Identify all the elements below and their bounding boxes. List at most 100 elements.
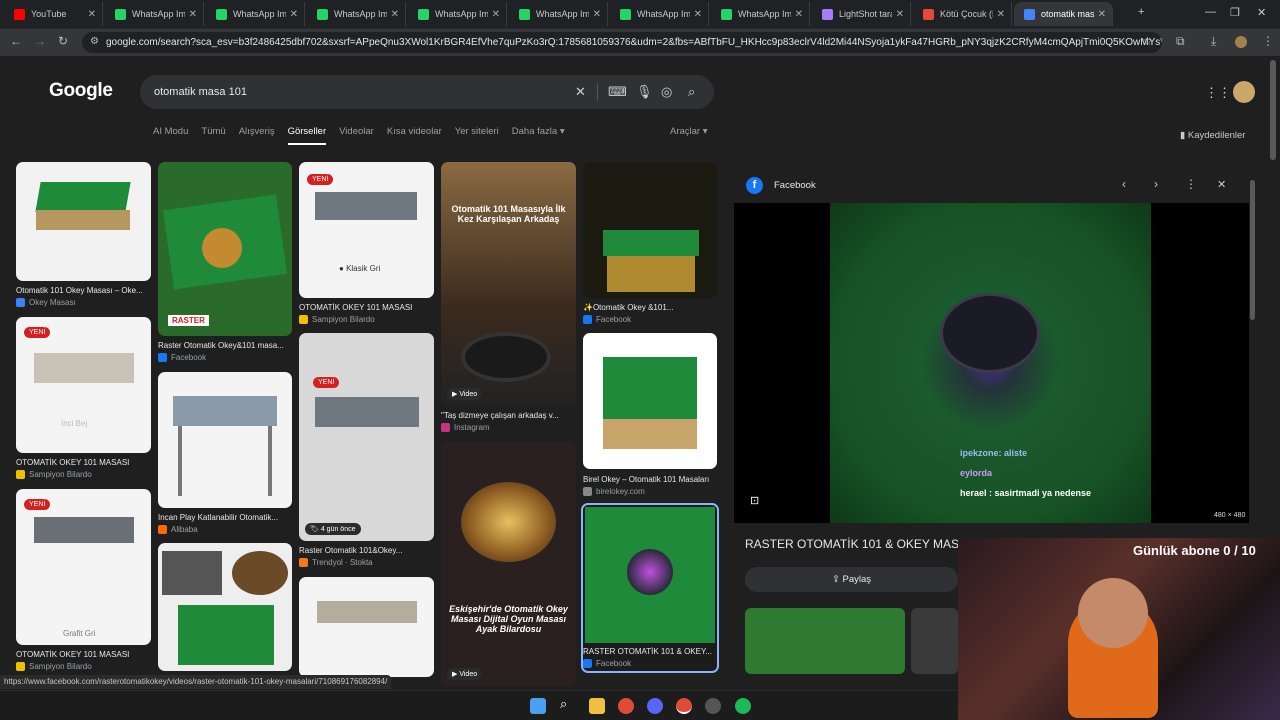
panel-scrollbar[interactable]	[1250, 180, 1255, 320]
tab-close-icon[interactable]: ✕	[593, 9, 601, 20]
browser-tab[interactable]: YouTube ✕	[4, 2, 103, 26]
browser-tab[interactable]: WhatsApp Ima ✕	[711, 2, 810, 26]
result-caption-10[interactable]: Birel Okey – Otomatik 101 Masaları	[583, 475, 717, 484]
browser-tab[interactable]: WhatsApp Ima ✕	[206, 2, 305, 26]
page-scrollbar[interactable]	[1270, 60, 1276, 160]
filter-images[interactable]: Görseller	[287, 126, 327, 145]
browser-tab[interactable]: WhatsApp Ima ✕	[408, 2, 507, 26]
tab-close-icon[interactable]: ✕	[795, 9, 803, 20]
account-avatar[interactable]	[1233, 81, 1255, 103]
result-caption-8[interactable]: "Taş dizmeye çalışan arkadaş v...	[441, 411, 576, 420]
profile-avatar[interactable]	[1235, 36, 1247, 48]
lens-overlay-icon[interactable]: ⊡	[750, 494, 759, 507]
result-image-7[interactable]: YENİ ● Klasik Gri	[299, 162, 434, 298]
result-image-4[interactable]: RASTER	[158, 162, 292, 336]
saved-button[interactable]: ▮ Kaydedilenler	[1180, 130, 1245, 141]
result-image-8[interactable]: YENİ 🏷 4 gün önce	[299, 333, 434, 541]
result-image-6[interactable]	[158, 543, 292, 671]
filter-all[interactable]: Tümü	[201, 126, 225, 145]
filter-shopping[interactable]: Alışveriş	[239, 126, 275, 145]
result-source-5[interactable]: Alibaba	[158, 525, 198, 534]
browser-tab[interactable]: WhatsApp Ima ✕	[610, 2, 709, 26]
tab-close-icon[interactable]: ✕	[88, 9, 96, 20]
result-source-6[interactable]: Sampiyon Bilardo	[299, 315, 375, 324]
preview-video-frame[interactable]: ipekzone: aliste eylorda herael : sasirt…	[830, 203, 1151, 523]
site-info-icon[interactable]: ⚙	[90, 36, 99, 47]
next-icon[interactable]: ›	[1154, 177, 1158, 191]
result-image-2[interactable]: YENİ İnci Bej	[16, 317, 151, 453]
result-source-2[interactable]: Sampiyon Bilardo	[16, 470, 92, 479]
restore-button[interactable]: ❐	[1230, 6, 1240, 19]
result-caption-2[interactable]: OTOMATİK OKEY 101 MASASI	[16, 458, 151, 467]
forward-icon[interactable]: →	[34, 34, 46, 48]
reload-icon[interactable]: ↻	[58, 34, 68, 48]
filter-videos[interactable]: Videolar	[339, 126, 374, 145]
obs-icon[interactable]	[705, 698, 721, 714]
google-logo[interactable]: Google	[49, 80, 113, 102]
result-image-13[interactable]	[583, 333, 717, 469]
result-source-3[interactable]: Sampiyon Bilardo	[16, 662, 92, 671]
new-tab-button[interactable]: +	[1138, 6, 1144, 18]
tab-close-icon[interactable]: ✕	[189, 9, 197, 20]
back-icon[interactable]: ←	[10, 34, 22, 48]
clear-icon[interactable]: ✕	[575, 84, 586, 100]
close-preview-icon[interactable]: ✕	[1217, 178, 1226, 191]
result-caption-5[interactable]: Incan Play Katlanabilir Otomatik...	[158, 513, 292, 522]
extensions-icon[interactable]: ⧉	[1176, 34, 1185, 49]
chrome-icon[interactable]	[618, 698, 634, 714]
mic-icon[interactable]: 🎙	[636, 84, 653, 100]
filter-ai-mode[interactable]: AI Modu	[153, 126, 188, 145]
preview-site[interactable]: Facebook	[774, 180, 816, 191]
browser-tab[interactable]: otomatik masa ✕	[1014, 2, 1113, 26]
tab-close-icon[interactable]: ✕	[694, 9, 702, 20]
spotify-icon[interactable]	[735, 698, 751, 714]
result-source-8[interactable]: Instagram	[441, 423, 490, 432]
discord-icon[interactable]	[647, 698, 663, 714]
result-image-9[interactable]	[299, 577, 434, 677]
preview-title[interactable]: RASTER OTOMATİK 101 & OKEY MASALA	[745, 537, 982, 551]
related-image-2[interactable]	[911, 608, 958, 674]
result-image-12[interactable]	[583, 162, 717, 298]
result-image-5[interactable]	[158, 372, 292, 508]
result-image-11[interactable]: Eskişehir'de Otomatik Okey Masası Dijita…	[441, 442, 576, 686]
result-caption-1[interactable]: Otomatik 101 Okey Masası – Oke...	[16, 286, 151, 295]
result-source-7[interactable]: Trendyol · Stokta	[299, 558, 373, 567]
more-options-icon[interactable]: ⋮	[1185, 177, 1197, 191]
result-caption-3[interactable]: OTOMATİK OKEY 101 MASASI	[16, 650, 151, 659]
result-source-1[interactable]: Okey Masası	[16, 298, 76, 307]
keyboard-icon[interactable]: ⌨	[608, 84, 627, 100]
file-explorer-icon[interactable]	[589, 698, 605, 714]
address-bar[interactable]: google.com/search?sca_esv=b3f2486425dbf7…	[82, 32, 1162, 53]
result-image-10[interactable]: Otomatik 101 Masasıyla İlk Kez Karşılaşa…	[441, 162, 576, 406]
tab-close-icon[interactable]: ✕	[391, 9, 399, 20]
result-caption-7[interactable]: Raster Otomatik 101&Okey...	[299, 546, 434, 555]
apps-grid-icon[interactable]: ⋮⋮	[1205, 85, 1231, 101]
result-source-4[interactable]: Facebook	[158, 353, 206, 362]
result-source-10[interactable]: birelokey.com	[583, 487, 645, 496]
tab-close-icon[interactable]: ✕	[492, 9, 500, 20]
bookmark-star-icon[interactable]: ☆	[1142, 34, 1153, 48]
related-image-1[interactable]	[745, 608, 905, 674]
menu-icon[interactable]: ⋮	[1262, 34, 1274, 48]
minimize-button[interactable]: —	[1205, 6, 1216, 18]
browser-tab[interactable]: Kötü Çocuk (B ✕	[913, 2, 1012, 26]
share-button[interactable]: ⇪ Paylaş	[745, 567, 958, 592]
filter-more[interactable]: Daha fazla ▾	[512, 126, 565, 145]
start-icon[interactable]	[530, 698, 546, 714]
result-image-3[interactable]: YENİ Grafit Gri	[16, 489, 151, 645]
filter-short-videos[interactable]: Kısa videolar	[387, 126, 442, 145]
result-image-14-selected[interactable]: RASTER OTOMATİK 101 & OKEY... Facebook	[581, 503, 719, 673]
browser-tab[interactable]: LightShot taraf ✕	[812, 2, 911, 26]
search-box[interactable]: otomatik masa 101	[140, 75, 714, 109]
tools-button[interactable]: Araçlar ▾	[670, 126, 708, 137]
result-caption-4[interactable]: Raster Otomatik Okey&101 masa...	[158, 341, 292, 350]
search-icon[interactable]: ⌕	[688, 84, 695, 100]
filter-places[interactable]: Yer siteleri	[455, 126, 499, 145]
tab-close-icon[interactable]: ✕	[1098, 9, 1106, 20]
browser-tab[interactable]: WhatsApp Ima ✕	[509, 2, 608, 26]
download-icon[interactable]: ⤓	[1211, 34, 1216, 49]
tab-close-icon[interactable]: ✕	[997, 9, 1005, 20]
chrome-active-icon[interactable]	[676, 698, 692, 714]
tab-close-icon[interactable]: ✕	[290, 9, 298, 20]
result-image-1[interactable]	[16, 162, 151, 281]
